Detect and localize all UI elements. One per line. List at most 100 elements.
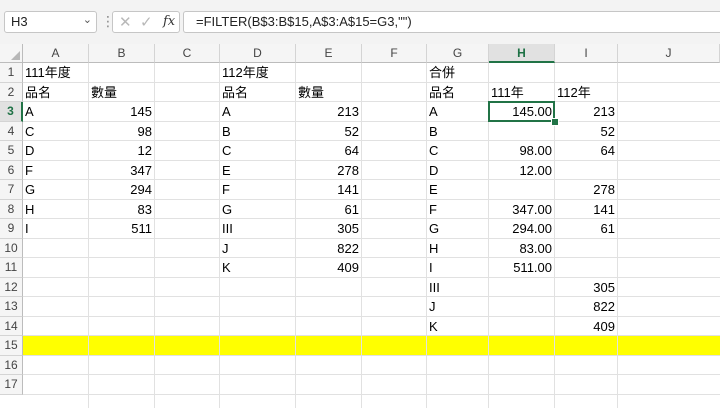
cell-h9[interactable]: 294.00 xyxy=(489,219,555,238)
row-header-14[interactable]: 14 xyxy=(0,316,23,336)
cell-d4[interactable]: B xyxy=(220,122,296,141)
column-header-a[interactable]: A xyxy=(23,44,89,63)
cell-h10[interactable]: 83.00 xyxy=(489,239,555,258)
cell-i13[interactable]: 822 xyxy=(555,297,618,316)
cell-a6[interactable]: F xyxy=(23,161,89,180)
row-header-11[interactable]: 11 xyxy=(0,258,23,278)
cell-g8[interactable]: F xyxy=(427,200,489,219)
row-header-3[interactable]: 3 xyxy=(0,102,23,122)
check-icon[interactable]: ✓ xyxy=(140,13,153,31)
column-header-j[interactable]: J xyxy=(618,44,720,63)
cell-a9[interactable]: I xyxy=(23,219,89,238)
cell-a8[interactable]: H xyxy=(23,200,89,219)
cell-i5[interactable]: 64 xyxy=(555,141,618,160)
row-header-1[interactable]: 1 xyxy=(0,63,23,83)
chevron-down-icon[interactable]: ⌄ xyxy=(83,13,92,26)
cell-g12[interactable]: III xyxy=(427,278,489,297)
cell-i14[interactable]: 409 xyxy=(555,317,618,336)
cell-i3[interactable]: 213 xyxy=(555,102,618,121)
row-header-2[interactable]: 2 xyxy=(0,82,23,102)
cell-i4[interactable]: 52 xyxy=(555,122,618,141)
row-header-12[interactable]: 12 xyxy=(0,277,23,297)
cell-e5[interactable]: 64 xyxy=(296,141,362,160)
close-icon[interactable]: ✕ xyxy=(119,13,132,31)
worksheet-grid[interactable]: ABCDEFGHIJ 1 2 3 4 5 6 7 8 9 10 11 12 13 14 15 16 17 111… xyxy=(0,44,720,408)
cell-g3[interactable]: A xyxy=(427,102,489,121)
column-header-e[interactable]: E xyxy=(296,44,362,63)
cell-b4[interactable]: 98 xyxy=(89,122,155,141)
cell-e4[interactable]: 52 xyxy=(296,122,362,141)
cell-i7[interactable]: 278 xyxy=(555,180,618,199)
cell-a4[interactable]: C xyxy=(23,122,89,141)
fill-handle[interactable] xyxy=(551,117,559,126)
row-header-16[interactable]: 16 xyxy=(0,355,23,375)
cell-g5[interactable]: C xyxy=(427,141,489,160)
cell-a5[interactable]: D xyxy=(23,141,89,160)
row-header-7[interactable]: 7 xyxy=(0,180,23,200)
cell-d11[interactable]: K xyxy=(220,258,296,277)
row-header-9[interactable]: 9 xyxy=(0,219,23,239)
cell-g10[interactable]: H xyxy=(427,239,489,258)
cell-g7[interactable]: E xyxy=(427,180,489,199)
cell-i12[interactable]: 305 xyxy=(555,278,618,297)
formula-input[interactable]: =FILTER(B$3:B$15,A$3:A$15=G3,"") xyxy=(183,11,720,33)
cell-a7[interactable]: G xyxy=(23,180,89,199)
cell-g2[interactable]: 品名 xyxy=(427,83,489,102)
cell-d7[interactable]: F xyxy=(220,180,296,199)
cell-g1[interactable]: 合併 xyxy=(427,63,489,82)
cell-g4[interactable]: B xyxy=(427,122,489,141)
cell-h11[interactable]: 511.00 xyxy=(489,258,555,277)
column-header-f[interactable]: F xyxy=(362,44,427,63)
cell-b2[interactable]: 數量 xyxy=(89,83,155,102)
cell-g6[interactable]: D xyxy=(427,161,489,180)
cell-d8[interactable]: G xyxy=(220,200,296,219)
active-cell-selection[interactable] xyxy=(488,101,555,122)
cell-e2[interactable]: 數量 xyxy=(296,83,362,102)
row-header-4[interactable]: 4 xyxy=(0,121,23,141)
cell-b6[interactable]: 347 xyxy=(89,161,155,180)
row-header-15[interactable]: 15 xyxy=(0,336,23,356)
cell-g11[interactable]: I xyxy=(427,258,489,277)
cell-d6[interactable]: E xyxy=(220,161,296,180)
row-header-8[interactable]: 8 xyxy=(0,199,23,219)
cell-h6[interactable]: 12.00 xyxy=(489,161,555,180)
cell-e10[interactable]: 822 xyxy=(296,239,362,258)
cell-b3[interactable]: 145 xyxy=(89,102,155,121)
cell-d5[interactable]: C xyxy=(220,141,296,160)
cell-d10[interactable]: J xyxy=(220,239,296,258)
cell-h8[interactable]: 347.00 xyxy=(489,200,555,219)
name-box[interactable]: H3 ⌄ xyxy=(4,11,97,33)
row-header-17[interactable]: 17 xyxy=(0,375,23,395)
cell-e9[interactable]: 305 xyxy=(296,219,362,238)
cell-b9[interactable]: 511 xyxy=(89,219,155,238)
cell-g13[interactable]: J xyxy=(427,297,489,316)
insert-function-button[interactable]: fx xyxy=(163,14,175,29)
cell-a2[interactable]: 品名 xyxy=(23,83,89,102)
row-header-5[interactable]: 5 xyxy=(0,141,23,161)
row-header-13[interactable]: 13 xyxy=(0,297,23,317)
cell-i8[interactable]: 141 xyxy=(555,200,618,219)
cell-e6[interactable]: 278 xyxy=(296,161,362,180)
cell-h2[interactable]: 111年 xyxy=(489,83,555,102)
column-header-i[interactable]: I xyxy=(555,44,618,63)
column-header-d[interactable]: D xyxy=(220,44,296,63)
cell-d3[interactable]: A xyxy=(220,102,296,121)
column-header-g[interactable]: G xyxy=(427,44,489,63)
row-header-10[interactable]: 10 xyxy=(0,238,23,258)
row-header-6[interactable]: 6 xyxy=(0,160,23,180)
column-header-b[interactable]: B xyxy=(89,44,155,63)
select-all-button[interactable] xyxy=(0,44,23,63)
cell-e8[interactable]: 61 xyxy=(296,200,362,219)
cell-g14[interactable]: K xyxy=(427,317,489,336)
cell-b8[interactable]: 83 xyxy=(89,200,155,219)
cell-h5[interactable]: 98.00 xyxy=(489,141,555,160)
cell-e3[interactable]: 213 xyxy=(296,102,362,121)
cell-g9[interactable]: G xyxy=(427,219,489,238)
cell-b5[interactable]: 12 xyxy=(89,141,155,160)
cell-e7[interactable]: 141 xyxy=(296,180,362,199)
column-header-c[interactable]: C xyxy=(155,44,220,63)
column-header-h[interactable]: H xyxy=(489,44,555,63)
cell-a3[interactable]: A xyxy=(23,102,89,121)
cell-d2[interactable]: 品名 xyxy=(220,83,296,102)
cell-e11[interactable]: 409 xyxy=(296,258,362,277)
